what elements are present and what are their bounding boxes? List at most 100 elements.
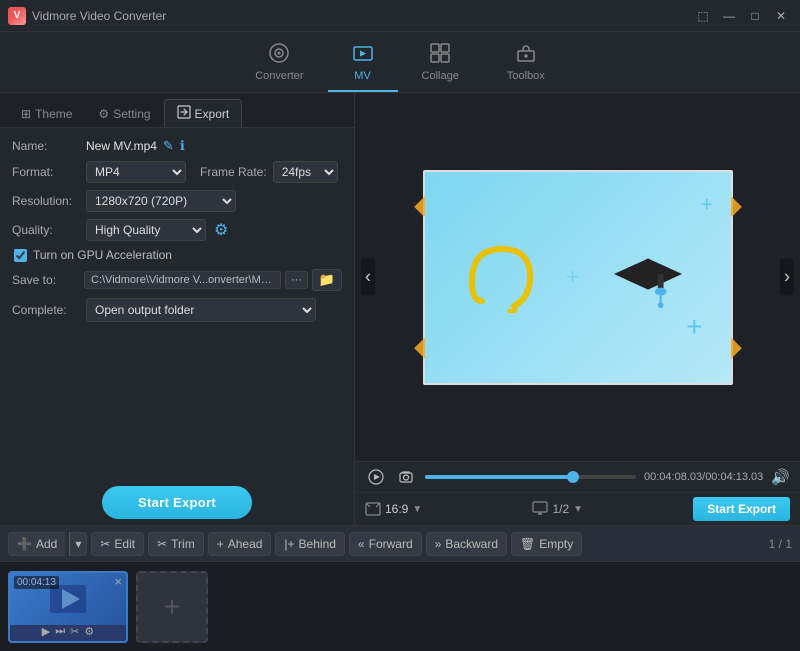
timeline-add-button[interactable]: +: [136, 571, 208, 643]
edit-button[interactable]: ✂ Edit: [91, 532, 144, 556]
framerate-select[interactable]: 24fps 30fps 60fps: [273, 161, 338, 183]
behind-button[interactable]: |+ Behind: [275, 532, 345, 556]
preview-canvas: +: [423, 170, 733, 385]
quality-label: Quality:: [12, 223, 80, 237]
toolbox-label: Toolbox: [507, 70, 545, 82]
player-controls: 00:04:08.03/00:04:13.03 🔊: [355, 461, 800, 492]
mv-label: MV: [354, 70, 371, 82]
preview-area: ‹ +: [355, 93, 800, 461]
gpu-row: Turn on GPU Acceleration: [14, 248, 342, 262]
right-panel: ‹ +: [355, 93, 800, 525]
preview-inner: +: [425, 172, 731, 383]
grad-cap-svg: [603, 241, 693, 311]
play-button[interactable]: [365, 467, 387, 487]
tab-collage[interactable]: Collage: [398, 38, 483, 92]
quality-select[interactable]: High Quality Standard Low: [86, 219, 206, 241]
saveto-dots-button[interactable]: ···: [285, 271, 308, 289]
empty-button[interactable]: 🗑 Empty: [511, 532, 582, 556]
collage-label: Collage: [422, 70, 459, 82]
ahead-button[interactable]: + Ahead: [208, 532, 272, 556]
converter-icon: [268, 42, 290, 68]
timeline-add-icon: +: [164, 591, 180, 623]
clip-settings-icon[interactable]: ⚙: [84, 625, 94, 638]
minimize-button[interactable]: —: [718, 7, 740, 25]
titlebar: V Vidmore Video Converter ⬚ — □ ✕: [0, 0, 800, 32]
maximize-button[interactable]: □: [744, 7, 766, 25]
prev-slide-button[interactable]: ‹: [361, 259, 375, 296]
tab-toolbox[interactable]: Toolbox: [483, 38, 569, 92]
trim-icon: ✂: [157, 537, 167, 551]
behind-icon: |+: [284, 537, 294, 551]
format-label: Format:: [12, 165, 80, 179]
start-export-button-right[interactable]: Start Export: [693, 497, 790, 521]
snapshot-icon: [398, 469, 414, 485]
info-icon[interactable]: ℹ: [180, 138, 185, 154]
resolution-select[interactable]: 1280x720 (720P) 1920x1080 (1080P) 854x48…: [86, 190, 236, 212]
backward-button[interactable]: » Backward: [426, 532, 507, 556]
name-label: Name:: [12, 139, 80, 153]
complete-row: Complete: Open output folder Do nothing …: [12, 298, 342, 322]
clip-close-button[interactable]: ×: [114, 575, 122, 588]
theme-icon: ⊞: [21, 107, 31, 121]
quality-settings-button[interactable]: ⚙: [212, 220, 230, 240]
progress-bar[interactable]: [425, 475, 636, 479]
add-plus-icon: ➕: [17, 537, 32, 551]
progress-thumb: [567, 471, 579, 483]
ratio-dropdown-arrow[interactable]: ▼: [412, 504, 422, 515]
format-row: Format: MP4 MOV AVI MKV Frame Rate: 24fp…: [12, 161, 342, 183]
ratio-selector: 16:9 ▼: [365, 502, 422, 516]
left-panel: ⊞ Theme ⚙ Setting Export Name: [0, 93, 355, 525]
add-button[interactable]: ➕ Add: [8, 532, 65, 556]
time-display: 00:04:08.03/00:04:13.03: [644, 471, 763, 483]
subtab-export[interactable]: Export: [164, 99, 243, 127]
clip-cut-icon[interactable]: ✂: [70, 625, 79, 638]
add-dropdown-button[interactable]: ▾: [69, 532, 87, 556]
tab-mv[interactable]: MV: [328, 38, 398, 92]
page-dropdown-arrow[interactable]: ▼: [573, 504, 583, 515]
complete-label: Complete:: [12, 303, 80, 317]
volume-button[interactable]: 🔊: [771, 468, 790, 486]
close-button[interactable]: ✕: [770, 7, 792, 25]
top-navigation: Converter MV Collage: [0, 32, 800, 93]
trim-label: Trim: [171, 537, 195, 551]
snapshot-button[interactable]: [395, 467, 417, 487]
backward-label: Backward: [445, 537, 498, 551]
start-export-button-left[interactable]: Start Export: [102, 486, 252, 519]
subtabs: ⊞ Theme ⚙ Setting Export: [0, 93, 354, 128]
empty-label: Empty: [539, 537, 573, 551]
timeline: 00:04:13 × ▶ ⏭ ✂ ⚙ +: [0, 561, 800, 651]
add-dropdown-arrow-icon: ▾: [75, 537, 81, 551]
settings-form: Name: New MV.mp4 ✎ ℹ Format: MP4 MOV AVI…: [0, 128, 354, 478]
clip-controls: ▶ ⏭ ✂ ⚙: [10, 625, 126, 638]
clip-skip-icon[interactable]: ⏭: [55, 625, 65, 638]
complete-select[interactable]: Open output folder Do nothing Shut down: [86, 298, 316, 322]
edit-icon[interactable]: ✎: [163, 138, 174, 154]
trim-button[interactable]: ✂ Trim: [148, 532, 204, 556]
subtab-theme[interactable]: ⊞ Theme: [8, 99, 85, 127]
aspect-ratio-icon: [365, 502, 381, 516]
clip-play-icon[interactable]: ▶: [42, 625, 50, 638]
tab-converter[interactable]: Converter: [231, 38, 327, 92]
page-counter: 1 / 1: [769, 537, 792, 551]
next-slide-button[interactable]: ›: [780, 259, 794, 296]
message-button[interactable]: ⬚: [692, 7, 714, 25]
gpu-checkbox[interactable]: [14, 249, 27, 262]
format-select[interactable]: MP4 MOV AVI MKV: [86, 161, 186, 183]
preview-d-icon: [462, 241, 542, 313]
export-icon: [177, 105, 191, 122]
subtab-setting-label: Setting: [113, 107, 150, 121]
plus-topright: +: [701, 194, 713, 217]
timeline-clip[interactable]: 00:04:13 × ▶ ⏭ ✂ ⚙: [8, 571, 128, 643]
forward-button[interactable]: « Forward: [349, 532, 422, 556]
saveto-folder-button[interactable]: 📁: [312, 269, 342, 291]
ratio-value: 16:9: [385, 502, 408, 516]
edit-icon: ✂: [100, 537, 110, 551]
player-controls-secondary: 16:9 ▼ 1/2 ▼ Start Export: [355, 492, 800, 525]
edit-label: Edit: [114, 537, 135, 551]
subtab-setting[interactable]: ⚙ Setting: [85, 99, 163, 127]
add-label: Add: [36, 537, 57, 551]
monitor-icon: [532, 501, 548, 518]
page-selector: 1/2 ▼: [532, 501, 583, 518]
titlebar-title: Vidmore Video Converter: [32, 9, 166, 23]
resolution-row: Resolution: 1280x720 (720P) 1920x1080 (1…: [12, 190, 342, 212]
